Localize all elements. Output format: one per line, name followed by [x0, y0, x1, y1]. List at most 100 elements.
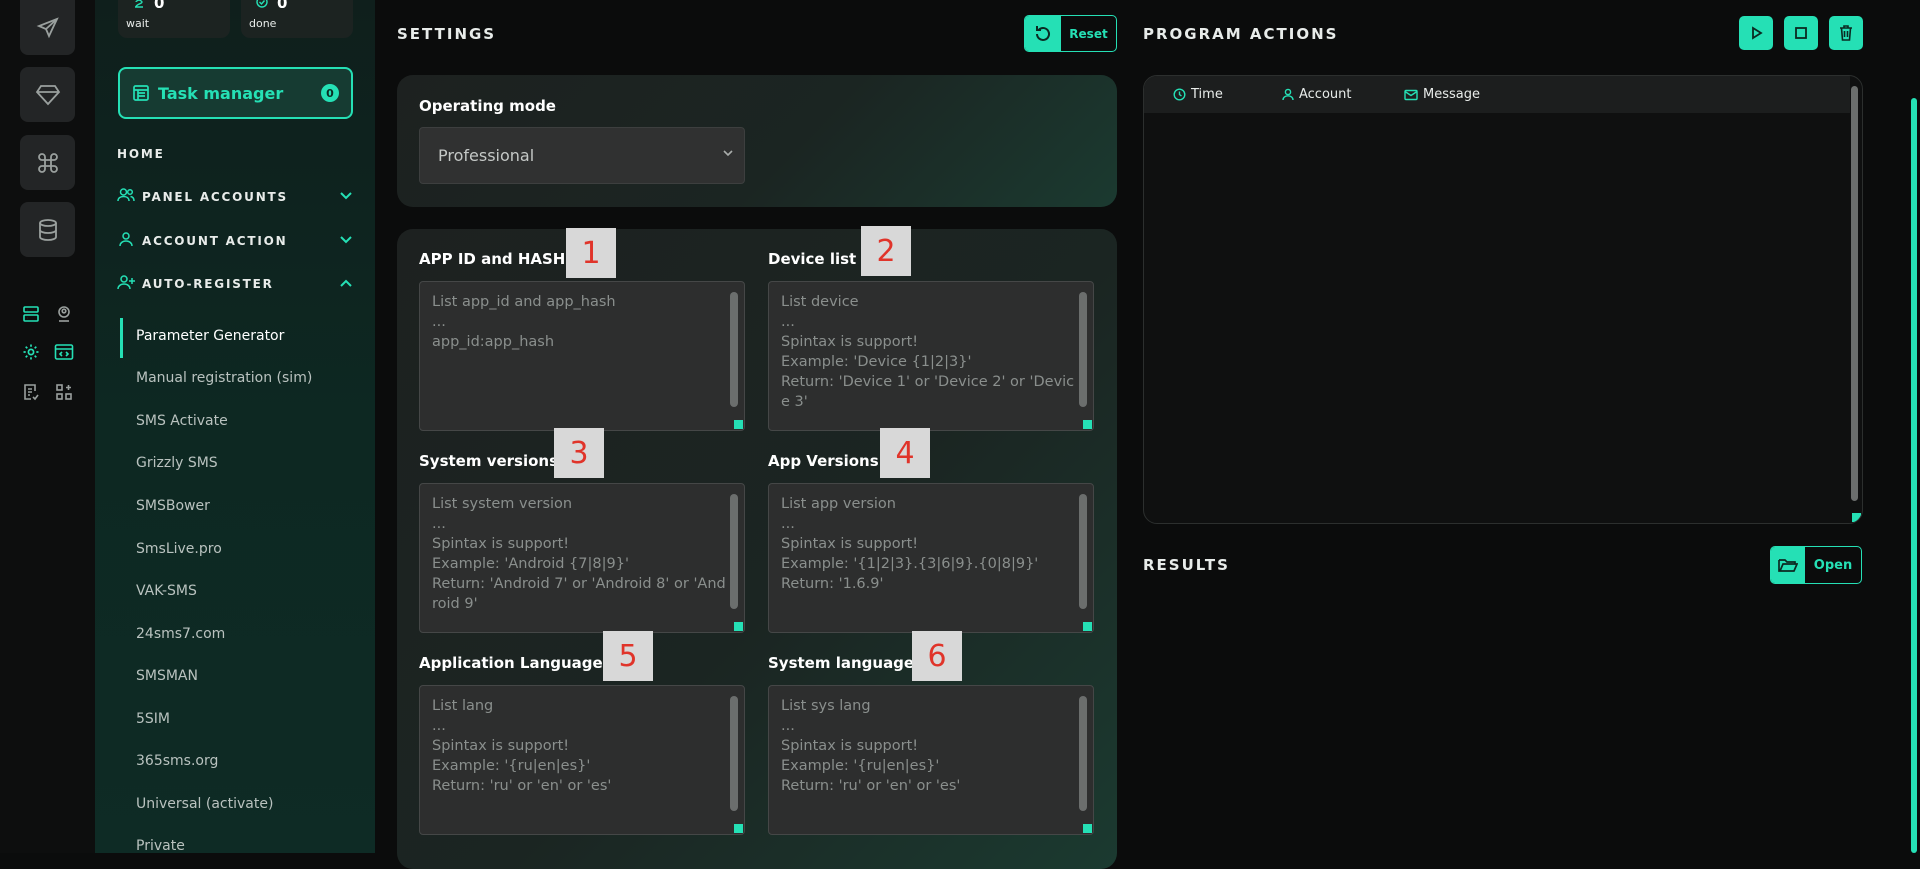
app-id-hash-textarea[interactable]: List app_id and app_hash ... app_id:app_…	[419, 281, 745, 431]
mail-icon	[1404, 89, 1418, 100]
apps-button[interactable]	[53, 381, 75, 403]
sidebar: 0 wait 0 done Task manager 0 HOME PANEL …	[95, 0, 375, 854]
textarea-scrollbar[interactable]	[730, 292, 738, 407]
textarea-scrollbar[interactable]	[730, 494, 738, 609]
user-location-button[interactable]	[53, 303, 75, 325]
program-actions-title: PROGRAM ACTIONS	[1143, 25, 1339, 43]
nav-item-private[interactable]: Private	[136, 838, 185, 854]
app-versions-textarea[interactable]: List app version ... Spintax is support!…	[768, 483, 1094, 633]
textarea-scrollbar[interactable]	[1079, 494, 1087, 609]
nav-item-smslive[interactable]: SmsLive.pro	[136, 541, 222, 557]
chevron-down-icon	[340, 236, 352, 244]
nav-home[interactable]: HOME	[117, 147, 165, 161]
app-versions-placeholder: List app version ... Spintax is support!…	[781, 496, 1039, 592]
checklist-button[interactable]	[20, 381, 42, 403]
done-count: 0	[277, 0, 288, 12]
nav-item-smsman[interactable]: SMSMAN	[136, 668, 198, 684]
resize-handle[interactable]	[1852, 513, 1861, 522]
resize-handle[interactable]	[734, 622, 743, 631]
nav-item-5sim[interactable]: 5SIM	[136, 711, 170, 727]
checklist-icon	[24, 384, 39, 401]
nav-item-vak-sms[interactable]: VAK-SMS	[136, 583, 197, 599]
code-window-button[interactable]	[53, 341, 75, 363]
gear-icon	[23, 344, 39, 360]
open-results-button[interactable]: Open	[1770, 546, 1862, 584]
database-button[interactable]	[20, 202, 75, 257]
page-scrollbar[interactable]	[1911, 98, 1917, 853]
reset-label: Reset	[1069, 26, 1108, 41]
annotation-badge-4: 4	[880, 428, 930, 478]
command-button[interactable]	[20, 135, 75, 190]
textarea-scrollbar[interactable]	[1079, 292, 1087, 407]
open-label: Open	[1813, 557, 1853, 573]
command-icon	[37, 152, 58, 173]
play-button[interactable]	[1739, 16, 1773, 50]
nav-item-manual-registration[interactable]: Manual registration (sim)	[136, 370, 312, 386]
settings-title: SETTINGS	[397, 25, 497, 43]
wait-count: 0	[154, 0, 165, 12]
nav-item-sms-activate[interactable]: SMS Activate	[136, 413, 228, 429]
annotation-badge-2: 2	[861, 226, 911, 276]
log-panel: Time Account Message	[1143, 75, 1863, 524]
diamond-button[interactable]	[20, 67, 75, 122]
log-scrollbar[interactable]	[1851, 86, 1858, 501]
resize-handle[interactable]	[734, 420, 743, 429]
resize-handle[interactable]	[1083, 622, 1092, 631]
check-circle-icon	[256, 0, 268, 8]
resize-handle[interactable]	[1083, 824, 1092, 833]
done-label: done	[249, 17, 277, 30]
results-title: RESULTS	[1143, 556, 1230, 574]
server-list-button[interactable]	[20, 303, 42, 325]
chevron-up-icon	[340, 279, 352, 287]
hourglass-icon	[135, 0, 143, 8]
user-add-icon	[117, 275, 135, 290]
system-versions-label: System versions	[419, 452, 559, 470]
system-language-textarea[interactable]: List sys lang ... Spintax is support! Ex…	[768, 685, 1094, 835]
nav-item-grizzly-sms[interactable]: Grizzly SMS	[136, 455, 218, 471]
users-icon	[117, 188, 135, 202]
annotation-badge-3: 3	[554, 428, 604, 478]
log-col-account[interactable]: Account	[1282, 87, 1352, 102]
resize-handle[interactable]	[1083, 420, 1092, 429]
icon-rail	[0, 0, 95, 853]
chevron-down-icon	[723, 150, 733, 157]
annotation-badge-5: 5	[603, 631, 653, 681]
active-item-indicator	[120, 318, 123, 358]
textarea-scrollbar[interactable]	[1079, 696, 1087, 811]
nav-item-parameter-generator[interactable]: Parameter Generator	[136, 328, 284, 344]
nav-item-24sms7[interactable]: 24sms7.com	[136, 626, 225, 642]
log-col-time[interactable]: Time	[1173, 87, 1223, 102]
nav-item-smsbower[interactable]: SMSBower	[136, 498, 210, 514]
task-manager-count: 0	[321, 84, 339, 102]
application-language-textarea[interactable]: List lang ... Spintax is support! Exampl…	[419, 685, 745, 835]
textarea-scrollbar[interactable]	[730, 696, 738, 811]
nav-item-365sms[interactable]: 365sms.org	[136, 753, 218, 769]
task-manager-label: Task manager	[158, 83, 284, 103]
nav-auto-register-label: AUTO-REGISTER	[142, 277, 274, 291]
stop-button[interactable]	[1784, 16, 1818, 50]
operating-mode-value: Professional	[438, 146, 535, 165]
send-button[interactable]	[20, 0, 75, 55]
wait-label: wait	[126, 17, 150, 30]
stop-icon	[1795, 27, 1807, 39]
task-manager-button[interactable]: Task manager 0	[118, 67, 353, 119]
application-language-placeholder: List lang ... Spintax is support! Exampl…	[432, 698, 612, 794]
send-icon	[36, 16, 59, 38]
clear-log-button[interactable]	[1829, 16, 1863, 50]
nav-panel-accounts-label: PANEL ACCOUNTS	[142, 190, 288, 204]
code-window-icon	[54, 344, 74, 360]
reset-button[interactable]: Reset	[1024, 15, 1117, 52]
system-versions-textarea[interactable]: List system version ... Spintax is suppo…	[419, 483, 745, 633]
trash-icon	[1840, 25, 1852, 41]
operating-mode-select[interactable]: Professional	[419, 127, 745, 184]
annotation-badge-6: 6	[912, 631, 962, 681]
annotation-badge-1: 1	[566, 228, 616, 278]
log-col-message[interactable]: Message	[1404, 87, 1480, 102]
settings-button[interactable]	[20, 341, 42, 363]
resize-handle[interactable]	[734, 824, 743, 833]
device-list-textarea[interactable]: List device ... Spintax is support! Exam…	[768, 281, 1094, 431]
system-language-placeholder: List sys lang ... Spintax is support! Ex…	[781, 698, 961, 794]
log-col-time-label: Time	[1191, 87, 1223, 102]
log-col-account-label: Account	[1299, 87, 1352, 102]
nav-item-universal[interactable]: Universal (activate)	[136, 796, 273, 812]
